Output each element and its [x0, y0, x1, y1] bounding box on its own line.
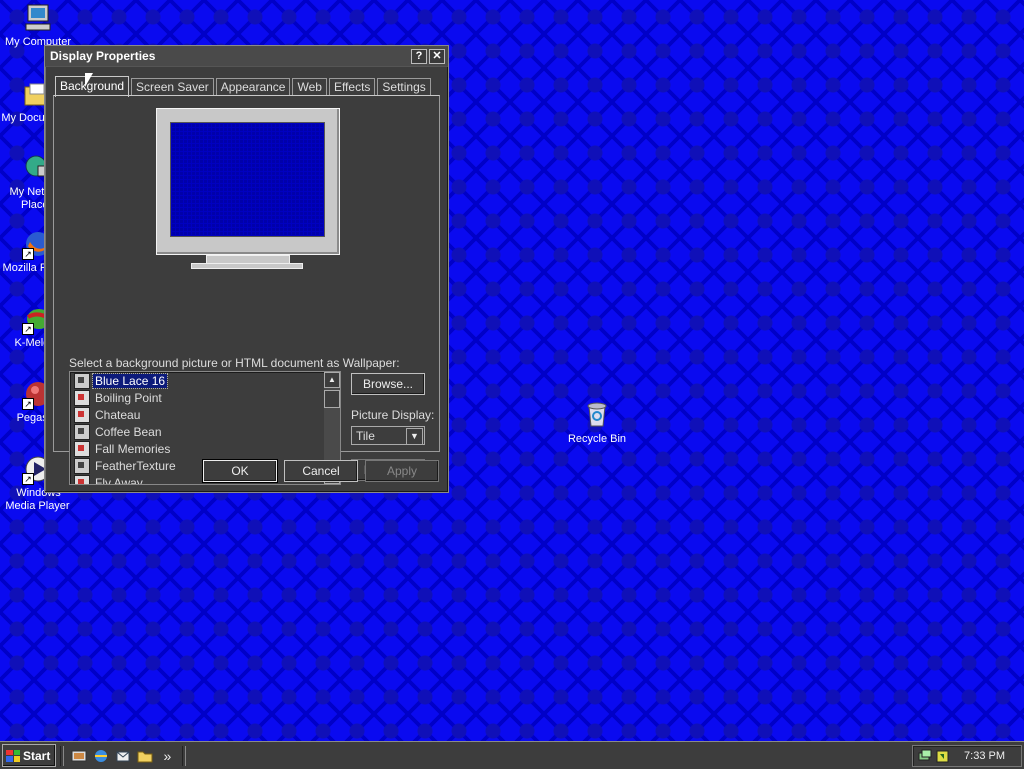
help-button[interactable]: ?: [411, 48, 427, 64]
start-label: Start: [23, 748, 51, 763]
tab-strip: Background Screen Saver Appearance Web E…: [55, 76, 433, 97]
image-file-icon: [74, 440, 90, 457]
desktop-icon-label: Recycle Bin: [567, 433, 627, 445]
start-button[interactable]: Start: [2, 744, 57, 767]
dialog-titlebar[interactable]: Display Properties ? ✕: [45, 46, 448, 67]
display-properties-dialog: Display Properties ? ✕ Background Screen…: [44, 45, 449, 493]
picture-display-label: Picture Display:: [351, 408, 435, 422]
list-item[interactable]: Fall Memories: [70, 440, 340, 457]
tab-web[interactable]: Web: [292, 78, 327, 96]
list-item[interactable]: Chateau: [70, 406, 340, 423]
folder-quicklaunch-icon[interactable]: [136, 747, 154, 765]
tab-screen-saver[interactable]: Screen Saver: [131, 78, 214, 96]
computer-icon: [22, 2, 54, 34]
browse-button[interactable]: Browse...: [351, 373, 425, 395]
image-file-icon: [74, 474, 90, 484]
system-tray: 7:33 PM: [912, 745, 1022, 767]
scroll-thumb[interactable]: [324, 390, 340, 408]
close-button[interactable]: ✕: [429, 48, 445, 64]
wallpaper-prompt: Select a background picture or HTML docu…: [69, 356, 400, 370]
taskbar-separator: [60, 745, 65, 766]
taskbar-separator: [182, 745, 187, 766]
image-file-icon: [74, 372, 90, 389]
taskbar: Start » 7:33 PM: [0, 741, 1024, 769]
network-tray-icon[interactable]: [917, 748, 933, 767]
dialog-title: Display Properties: [50, 49, 156, 63]
volume-tray-icon[interactable]: [935, 748, 951, 767]
desktop-icon-recycle-bin[interactable]: Recycle Bin: [561, 398, 633, 445]
scroll-up-icon[interactable]: ▲: [324, 372, 340, 388]
tab-settings[interactable]: Settings: [377, 78, 431, 96]
clock[interactable]: 7:33 PM: [964, 750, 1005, 762]
outlook-express-icon[interactable]: [114, 747, 132, 765]
internet-explorer-icon[interactable]: [92, 747, 110, 765]
windows-logo-icon: [6, 749, 20, 762]
ok-button[interactable]: OK: [202, 459, 278, 483]
cancel-button[interactable]: Cancel: [284, 460, 358, 482]
image-file-icon: [74, 406, 90, 423]
image-file-icon: [74, 389, 90, 406]
background-tab-panel: Select a background picture or HTML docu…: [53, 95, 440, 485]
image-file-icon: [74, 423, 90, 440]
recycle-bin-icon: [581, 398, 613, 430]
tab-appearance[interactable]: Appearance: [215, 78, 291, 96]
apply-button[interactable]: Apply: [365, 460, 439, 482]
monitor-preview: [156, 108, 340, 255]
desktop-icon-my-computer[interactable]: My Computer: [0, 2, 76, 49]
show-desktop-icon[interactable]: [70, 747, 88, 765]
mouse-cursor-icon: [85, 73, 93, 87]
list-item[interactable]: Coffee Bean: [70, 423, 340, 440]
tab-effects[interactable]: Effects: [328, 78, 376, 96]
chevron-down-icon[interactable]: ▼: [406, 428, 423, 445]
monitor-base: [191, 263, 303, 269]
image-file-icon: [74, 457, 90, 474]
picture-display-value: Tile: [356, 429, 375, 443]
wallpaper-preview: [170, 122, 325, 237]
quicklaunch-more-icon[interactable]: »: [158, 747, 176, 765]
list-item[interactable]: Blue Lace 16: [70, 372, 340, 389]
list-item[interactable]: Boiling Point: [70, 389, 340, 406]
picture-display-select[interactable]: Tile ▼: [351, 426, 425, 445]
